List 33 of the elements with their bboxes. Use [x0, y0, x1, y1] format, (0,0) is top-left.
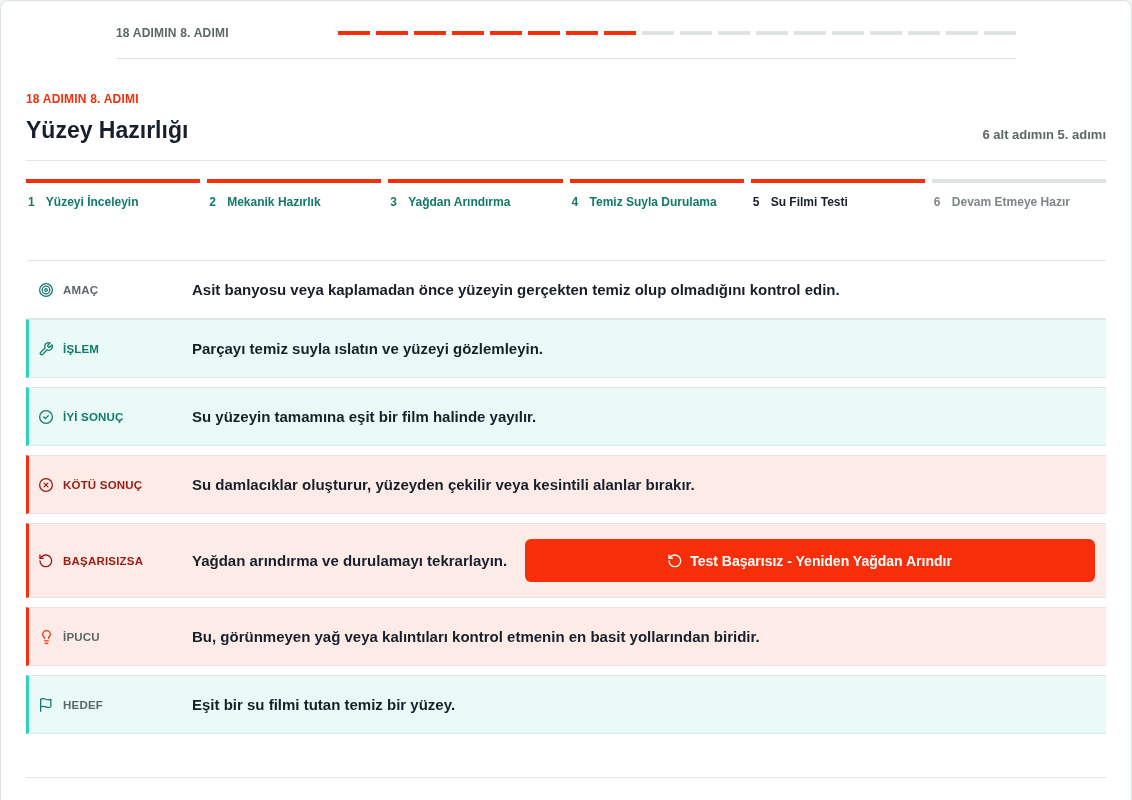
substep-tab[interactable]: 6 Devam Etmeye Hazır	[931, 194, 1070, 210]
flag-icon	[40, 697, 52, 712]
row-label: AMAÇ	[63, 283, 100, 296]
row-text: Su yüzeyin tamamına eşit bir film halinde yayılır.	[192, 407, 537, 427]
x-circle-icon	[39, 477, 53, 492]
row-label: BAŞARISIZSA	[63, 554, 145, 567]
substep-tab[interactable]: 1 Yüzeyi İnceleyin	[26, 194, 139, 210]
step-title: Yüzey Hazırlığı	[26, 116, 189, 145]
row-text: Su damlacıklar oluşturur, yüzeyden çekilir veya kesintili alanlar bırakır.	[192, 475, 695, 495]
row-text: Parçayı temiz suyla ıslatın ve yüzeyi gözlemleyin.	[192, 339, 543, 359]
row-text: Eşit bir su filmi tutan temiz bir yüzey.	[192, 695, 456, 715]
wrench-icon	[39, 341, 53, 356]
substep-tab[interactable]: 4 Temiz Suyla Durulama	[569, 194, 717, 210]
target-icon	[39, 282, 53, 297]
undo-icon	[668, 553, 683, 568]
row-label: İŞLEM	[63, 342, 101, 355]
check-circle-icon	[39, 409, 53, 424]
substep-tab[interactable]: 2 Mekanik Hazırlık	[207, 194, 321, 210]
substep-counter: 6 alt adımın 5. adımı	[982, 127, 1106, 144]
row-text: Asit banyosu veya kaplamadan önce yüzeyin gerçekten temiz olup olmadığını kontrol edin.	[192, 280, 840, 300]
row-text: Bu, görünmeyen yağ veya kalıntıları kontrol etmenin en basit yollarından biridir.	[192, 627, 760, 647]
retry-button[interactable]: Test Başarısız - Yeniden Yağdan Arındır	[525, 539, 1095, 582]
step-counter: 18 ADIMIN 8. ADIMI	[116, 26, 230, 40]
row-text: Yağdan arındırma ve durulamayı tekrarlayın.	[192, 551, 508, 571]
row-label: HEDEF	[63, 698, 104, 711]
row-label: İPUCU	[63, 630, 101, 643]
lightbulb-icon	[41, 629, 51, 644]
substep-tab[interactable]: 3 Yağdan Arındırma	[388, 194, 511, 210]
row-label: KÖTÜ SONUÇ	[63, 478, 144, 491]
substep-tab[interactable]: 5 Su Filmi Testi	[750, 194, 848, 210]
undo-icon	[39, 553, 53, 568]
step-eyebrow: 18 ADIMIN 8. ADIMI	[26, 91, 140, 107]
row-label: İYİ SONUÇ	[63, 410, 125, 423]
